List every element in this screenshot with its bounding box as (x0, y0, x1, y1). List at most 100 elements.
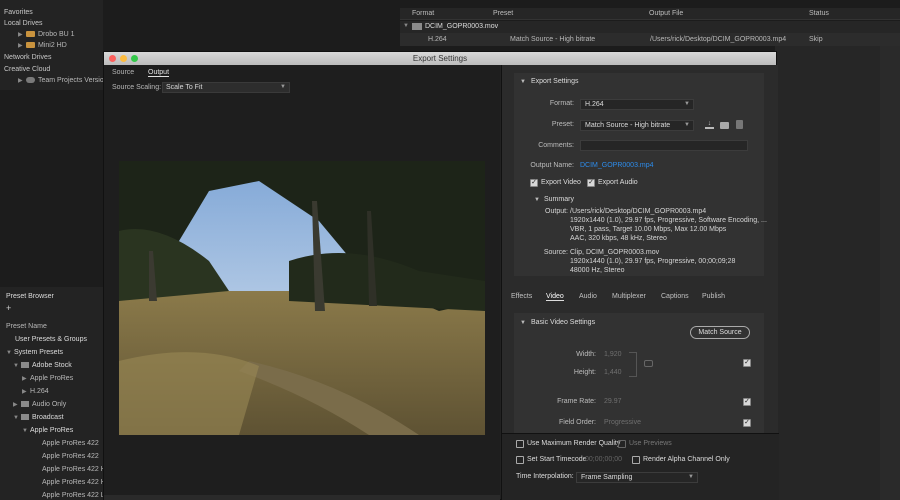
field-order-value[interactable]: Progressive (604, 419, 641, 426)
preset-group-audio-only[interactable]: ▶ Audio Only (13, 398, 116, 411)
chevron-down-icon[interactable]: ▼ (520, 79, 526, 85)
preview-timeline-strip[interactable] (104, 495, 500, 500)
tab-captions[interactable]: Captions (661, 293, 689, 300)
comments-label: Comments: (538, 142, 574, 149)
summary-output-line: VBR, 1 pass, Target 10.00 Mbps, Max 12.0… (570, 226, 727, 233)
tab-output[interactable]: Output (148, 69, 170, 77)
summary-output-label: Output: (545, 208, 568, 215)
height-label: Height: (573, 369, 596, 376)
tab-publish[interactable]: Publish (702, 293, 725, 300)
output-name-link[interactable]: DCIM_GOPR0003.mp4 (580, 162, 654, 169)
export-video-checkbox[interactable]: ✓ (530, 179, 538, 187)
time-interpolation-label: Time Interpolation: (516, 473, 574, 480)
tab-source[interactable]: Source (112, 69, 134, 76)
col-format[interactable]: Format (412, 10, 434, 17)
col-preset[interactable]: Preset (493, 10, 513, 17)
timecode-value[interactable]: 00;00;00;00 (585, 456, 622, 463)
film-icon (412, 23, 422, 30)
chevron-down-icon[interactable]: ▼ (534, 197, 540, 203)
use-previews-label: Use Previews (629, 440, 672, 447)
output-name-label: Output Name: (530, 162, 574, 169)
preset-name-header[interactable]: Preset Name (6, 320, 109, 333)
render-options: Use Maximum Render Quality Use Previews … (502, 433, 779, 500)
chevron-down-icon[interactable]: ▼ (403, 23, 409, 29)
team-projects-item[interactable]: ▶ Team Projects Versions (18, 75, 111, 86)
delete-preset-icon[interactable] (736, 120, 743, 129)
export-settings-section: ▼ Export Settings Format: H.264 ▼ Preset:… (514, 73, 767, 276)
drive-item-drobo[interactable]: ▶ Drobo BU 1 (18, 29, 75, 40)
folder-icon (21, 362, 29, 368)
comments-input[interactable] (580, 140, 748, 151)
preset-group-adobe-stock[interactable]: ▼ Adobe Stock (13, 359, 116, 372)
save-preset-icon[interactable]: ↓ (705, 120, 714, 129)
time-interpolation-select[interactable]: Frame Sampling ▼ (576, 472, 698, 483)
link-bracket (629, 352, 637, 377)
locations-panel: Favorites Local Drives ▶ Drobo BU 1 ▶ Mini… (0, 0, 111, 90)
folder-icon (21, 414, 29, 420)
export-video-label: Export Video (541, 179, 581, 186)
width-value[interactable]: 1,920 (604, 351, 622, 358)
creative-cloud-label[interactable]: Creative Cloud (4, 64, 50, 75)
field-order-match-checkbox[interactable]: ✓ (743, 419, 751, 427)
background-scrollbar[interactable] (880, 46, 900, 500)
format-select[interactable]: H.264 ▼ (580, 99, 694, 110)
tab-audio[interactable]: Audio (579, 293, 597, 300)
summary-source-line: 48000 Hz, Stereo (570, 267, 625, 274)
summary-source-line: Clip, DCIM_GOPR0003.mov (570, 249, 660, 256)
summary-source-line: 1920x1440 (1.0), 29.97 fps, Progressive,… (570, 258, 736, 265)
render-alpha-checkbox[interactable] (632, 456, 640, 464)
preset-select[interactable]: Match Source - High bitrate ▼ (580, 120, 694, 131)
tab-video[interactable]: Video (546, 293, 564, 301)
width-height-match-checkbox[interactable]: ✓ (743, 359, 751, 367)
export-settings-heading: Export Settings (531, 78, 579, 85)
drive-item-mini2[interactable]: ▶ Mini2 HD (18, 40, 67, 51)
format-label: Format: (549, 100, 574, 107)
preset-group-broadcast[interactable]: ▼ Broadcast (13, 411, 116, 424)
favorites-label[interactable]: Favorites (4, 7, 33, 18)
frame-rate-label: Frame Rate: (557, 398, 596, 405)
cloud-icon (26, 77, 35, 83)
frame-rate-value[interactable]: 29.97 (604, 398, 622, 405)
col-status[interactable]: Status (809, 10, 829, 17)
folder-icon (21, 401, 29, 407)
preview-pane: Source Output Source Scaling: Scale To F… (104, 65, 500, 500)
queue-source-row[interactable]: ▼ DCIM_GOPR0003.mov (400, 21, 900, 33)
set-start-timecode-label: Set Start Timecode (527, 456, 587, 463)
queue-file-name: DCIM_GOPR0003.mov (425, 23, 499, 30)
max-render-quality-label: Use Maximum Render Quality (527, 440, 621, 447)
settings-pane: ▼ Export Settings Format: H.264 ▼ Preset:… (501, 65, 779, 500)
summary-output-line: /Users/rick/Desktop/DCIM_GOPR0003.mp4 (570, 208, 707, 215)
field-order-label: Field Order: (559, 419, 596, 426)
zoom-window-icon[interactable] (131, 55, 138, 62)
summary-heading: Summary (544, 196, 574, 203)
preset-label: Preset: (551, 121, 574, 128)
source-scaling-select[interactable]: Scale To Fit ▼ (162, 82, 290, 93)
height-value[interactable]: 1,440 (604, 369, 622, 376)
max-render-quality-checkbox[interactable] (516, 440, 524, 448)
close-window-icon[interactable] (109, 55, 116, 62)
network-drives-label[interactable]: Network Drives (4, 52, 51, 63)
chevron-down-icon: ▼ (688, 474, 694, 480)
set-start-timecode-checkbox[interactable] (516, 456, 524, 464)
queue-output-row[interactable]: H.264 Match Source - High bitrate /Users… (400, 33, 900, 46)
export-settings-dialog: Export Settings Source Output Source Sca… (103, 51, 779, 500)
export-audio-checkbox[interactable]: ✓ (587, 179, 595, 187)
col-output-file[interactable]: Output File (649, 10, 683, 17)
chain-link-icon[interactable] (644, 360, 653, 367)
system-presets-item[interactable]: ▼ System Presets (6, 346, 109, 359)
queue-header: Format Preset Output File Status (400, 8, 900, 20)
minimize-window-icon[interactable] (120, 55, 127, 62)
frame-rate-match-checkbox[interactable]: ✓ (743, 398, 751, 406)
drive-icon (26, 42, 35, 48)
chevron-down-icon[interactable]: ▼ (520, 320, 526, 326)
import-preset-icon[interactable] (720, 122, 729, 129)
add-preset-icon[interactable]: + (6, 302, 109, 315)
use-previews-checkbox[interactable] (618, 440, 626, 448)
tab-effects[interactable]: Effects (511, 293, 532, 300)
width-label: Width: (576, 351, 596, 358)
match-source-button[interactable]: Match Source (690, 326, 750, 339)
local-drives-label[interactable]: Local Drives (4, 18, 43, 29)
dialog-titlebar[interactable]: Export Settings (104, 52, 776, 65)
tab-multiplexer[interactable]: Multiplexer (612, 293, 646, 300)
drive-icon (26, 31, 35, 37)
